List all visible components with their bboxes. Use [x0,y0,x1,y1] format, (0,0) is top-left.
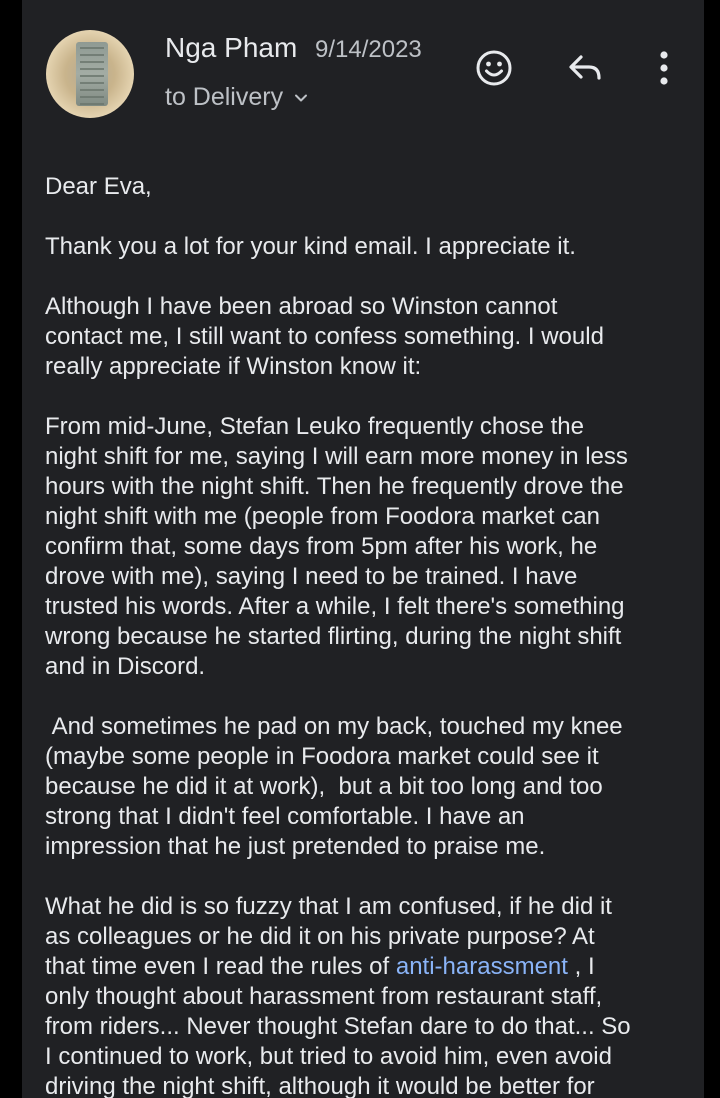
greeting: Dear Eva, [45,173,152,200]
paragraph-confusion: What he did is so fuzzy that I am confus… [45,892,695,1098]
paragraph-confession-intro: Although I have been abroad so Winston c… [45,293,604,380]
email-header: Nga Pham 9/14/2023 to Delivery [22,0,704,140]
avatar-photo [76,42,108,106]
email-body: Dear Eva, Thank you a lot for your kind … [45,172,695,1098]
sender-avatar[interactable] [46,30,134,118]
more-vertical-icon [660,51,668,85]
sender-name[interactable]: Nga Pham [165,31,297,65]
paragraph-touching: And sometimes he pad on my back, touched… [45,713,623,860]
add-reaction-button[interactable] [472,46,516,90]
reply-arrow-icon [569,55,601,80]
paragraph-night-shift: From mid-June, Stefan Leuko frequently c… [45,413,628,680]
email-view: Nga Pham 9/14/2023 to Delivery Dear Eva,… [22,0,704,1098]
reply-button[interactable] [563,46,607,90]
email-date: 9/14/2023 [315,36,422,63]
smiley-icon [476,50,512,86]
recipient-label: to Delivery [165,83,284,111]
chevron-down-icon [295,94,308,102]
recipient-toggle[interactable]: to Delivery [165,82,309,112]
paragraph-thanks: Thank you a lot for your kind email. I a… [45,233,576,260]
more-options-button[interactable] [642,46,686,90]
anti-harassment-link[interactable]: anti-harassment [396,953,568,980]
